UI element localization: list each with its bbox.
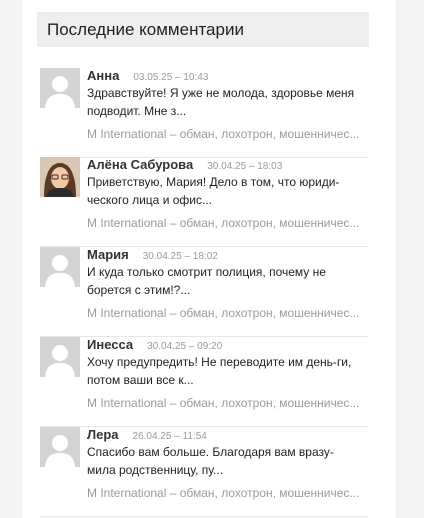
comment-excerpt[interactable]: Приветствую, Мария! Дело в том, что юрид… — [87, 173, 359, 209]
comment-post-link[interactable]: M International – обман, лохотрон, мошен… — [87, 305, 368, 321]
comment-excerpt[interactable]: Спасибо вам больше. Благодаря вам вразу-… — [87, 443, 359, 479]
comment-post-link[interactable]: M International – обман, лохотрон, мошен… — [87, 485, 368, 501]
comment-date: 30.04.25 – 18:02 — [142, 251, 218, 262]
comment-date: 26.04.25 – 11:54 — [132, 431, 207, 442]
comment-item: Мария 30.04.25 – 18:02 И куда только смот… — [40, 247, 368, 337]
comment-excerpt[interactable]: И куда только смотрит полиция, почему не… — [87, 263, 359, 299]
comment-excerpt[interactable]: Хочу предупредить! Не переводите им день… — [87, 353, 359, 389]
comment-author[interactable]: Алёна Сабурова — [87, 157, 193, 172]
user-avatar-icon[interactable] — [40, 247, 80, 287]
widget-title: Последние комментарии — [37, 12, 369, 47]
comment-date: 03.05.25 – 10:43 — [133, 72, 209, 83]
user-avatar-icon[interactable] — [40, 337, 80, 377]
comment-author[interactable]: Мария — [87, 247, 129, 262]
comment-item: Алёна Сабурова 30.04.25 – 18:03 Приветств… — [40, 157, 368, 247]
comment-item: Лера 26.04.25 – 11:54 Спасибо вам больше.… — [40, 427, 368, 517]
user-avatar-icon[interactable] — [40, 427, 80, 467]
user-photo-avatar-icon[interactable] — [40, 157, 80, 197]
comment-post-link[interactable]: M International – обман, лохотрон, мошен… — [87, 215, 368, 231]
comment-excerpt[interactable]: Здравствуйте! Я уже не молода, здоровье … — [87, 84, 359, 120]
comment-date: 30.04.25 – 18:03 — [207, 161, 283, 172]
comment-author[interactable]: Инесса — [87, 337, 133, 352]
comment-author[interactable]: Анна — [87, 68, 119, 83]
comment-post-link[interactable]: M International – обман, лохотрон, мошен… — [87, 395, 368, 411]
recent-comments-widget: Последние комментарии Анна 03.05.25 – 10:… — [21, 0, 397, 518]
comment-post-link[interactable]: M International – обман, лохотрон, мошен… — [87, 126, 368, 142]
comment-author[interactable]: Лера — [87, 427, 119, 442]
comment-item: Инесса 30.04.25 – 09:20 Хочу предупредить… — [40, 337, 368, 427]
comment-date: 30.04.25 – 09:20 — [147, 341, 223, 352]
comment-item: Анна 03.05.25 – 10:43 Здравствуйте! Я уже… — [40, 68, 368, 158]
user-avatar-icon[interactable] — [40, 68, 80, 108]
